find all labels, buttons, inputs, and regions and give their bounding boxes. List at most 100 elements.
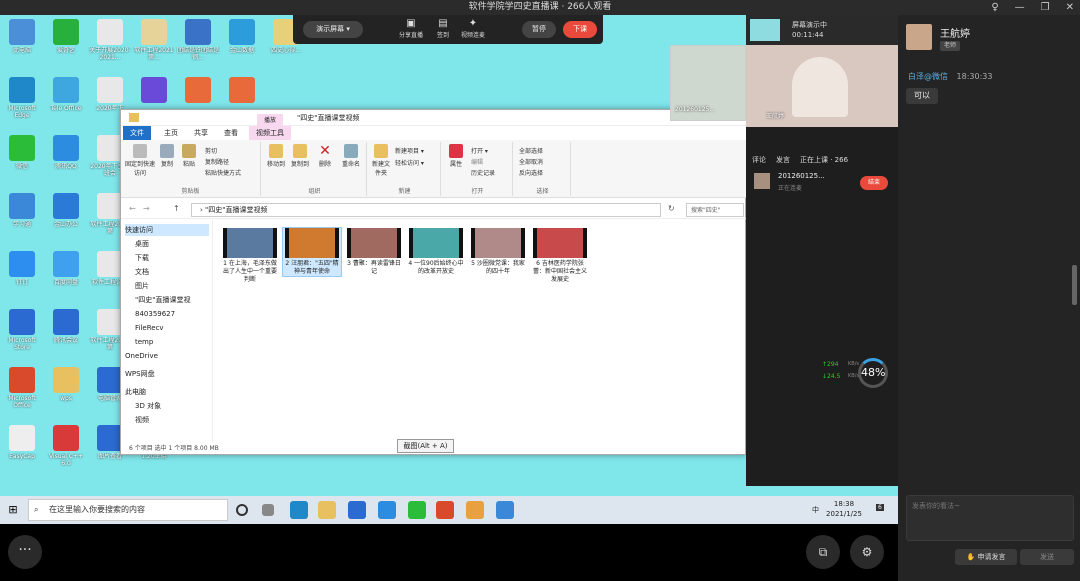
screenshot-tool-icon[interactable] [466, 501, 484, 519]
cortana-icon[interactable] [236, 504, 248, 516]
history-button[interactable]: 历史记录 [471, 168, 495, 177]
file-item[interactable]: 2 汪朋君："五四"精神与青年使命 [282, 227, 342, 277]
tab-share[interactable]: 共享 [187, 126, 215, 140]
desktop-icon[interactable]: EasyCap [0, 423, 44, 475]
file-item[interactable]: 6 吉林医药学院张蕾：新中国社会主义发展史 [531, 228, 589, 284]
mail-icon[interactable] [348, 501, 366, 519]
nav-item[interactable]: WPS网盘 [125, 368, 155, 380]
desktop-icon[interactable]: 软件工程2021第... [132, 17, 176, 69]
file-item[interactable]: 5 沙圈微党课：我家的四十年 [469, 228, 527, 276]
nav-item[interactable]: 3D 对象 [135, 400, 161, 412]
end-class-button[interactable]: 下课 [563, 21, 597, 38]
taskbar-search-input[interactable]: ⌕ 在这里输入你要搜索的内容 [28, 499, 228, 521]
minimize-button[interactable]: — [1015, 0, 1025, 15]
tab-comments[interactable]: 评论 [752, 155, 766, 167]
cut-button[interactable]: 剪切 [205, 146, 217, 155]
nav-item[interactable]: 840359627 [135, 308, 175, 320]
refresh-icon[interactable]: ↻ [668, 204, 675, 213]
nav-item[interactable]: "四史"直播课堂视 [135, 294, 190, 306]
restore-button[interactable]: ❐ [1041, 0, 1050, 15]
rename-button[interactable]: 重命名 [339, 144, 363, 168]
copy-path-button[interactable]: 复制路径 [205, 157, 229, 166]
tab-file[interactable]: 文件 [123, 126, 151, 140]
nav-item[interactable]: 快速访问 [125, 224, 209, 236]
tab-view[interactable]: 查看 [217, 126, 245, 140]
paste-shortcut-button[interactable]: 粘贴快捷方式 [205, 168, 241, 177]
properties-button[interactable]: 属性 [445, 144, 467, 168]
chat-input[interactable]: 发表你的看法~ [906, 495, 1074, 541]
nav-item[interactable]: 桌面 [135, 238, 149, 250]
desktop-icon[interactable]: Tele Office [44, 75, 88, 127]
forward-arrow-icon[interactable]: → [143, 204, 150, 213]
presentation-mode-button[interactable]: 演示屏幕 ▾ [303, 21, 363, 38]
invert-selection-button[interactable]: 反向选择 [519, 168, 543, 177]
start-button[interactable]: ⊞ [0, 496, 26, 524]
nav-item[interactable]: OneDrive [125, 350, 158, 362]
desktop-icon[interactable]: 团结是铁团结是钢... [176, 17, 220, 69]
desktop-icon[interactable]: 腾讯QQ [44, 133, 88, 185]
desktop-icon[interactable]: 微信 [0, 133, 44, 185]
desktop-icon[interactable]: 关于开展2020-2021... [88, 17, 132, 69]
desktop-icon[interactable]: Visual C++ 6.0 [44, 423, 88, 475]
new-folder-button[interactable]: 新建文件夹 [371, 144, 391, 177]
nav-item[interactable]: 图片 [135, 280, 149, 292]
open-button[interactable]: 打开 ▾ [471, 146, 488, 155]
nav-item[interactable]: 此电脑 [125, 386, 146, 398]
video-link-button[interactable]: ✦ 视频连麦 [455, 18, 491, 39]
tab-speak[interactable]: 发言 [776, 155, 790, 167]
notification-count[interactable]: 6 [876, 504, 884, 511]
share-live-button[interactable]: ▣ 分享直播 [393, 18, 429, 39]
desktop-icon[interactable]: 百度网盘 [44, 249, 88, 301]
desktop-icon[interactable]: 金山办公 [44, 191, 88, 243]
clock[interactable]: 18:38 2021/1/25 [824, 499, 864, 519]
paste-button[interactable]: 粘贴 [179, 144, 199, 168]
desktop-icon[interactable]: 钉钉 [0, 249, 44, 301]
file-item[interactable]: 4 一位90后始终心中的改革开放史 [407, 228, 465, 276]
copy-button[interactable]: 复制 [157, 144, 177, 168]
chat-scrollbar[interactable] [1072, 265, 1077, 305]
close-button[interactable]: ✕ [1066, 0, 1074, 15]
desktop-icon[interactable]: wps [44, 365, 88, 417]
explorer-icon[interactable] [318, 501, 336, 519]
search-input[interactable]: 搜索"四史" [686, 203, 744, 217]
file-item[interactable]: 1 在上海，毛泽东做出了人生中一个重要判断 [221, 228, 279, 284]
ime-indicator[interactable]: 中 [812, 505, 819, 515]
office-icon[interactable] [436, 501, 454, 519]
more-button[interactable]: ··· [8, 535, 42, 569]
send-button[interactable]: 发送 [1020, 549, 1074, 565]
nav-item[interactable]: temp [135, 336, 153, 348]
easy-access-button[interactable]: 轻松访问 ▾ [395, 158, 424, 167]
nav-item[interactable]: FileRecv [135, 322, 164, 334]
file-item[interactable]: 3 曹聚：再读雷锋日记 [345, 228, 403, 276]
up-arrow-icon[interactable]: ↑ [173, 204, 180, 213]
wechat-icon[interactable] [408, 501, 426, 519]
word-icon[interactable] [496, 501, 514, 519]
pause-button[interactable]: 暂停 [522, 21, 556, 38]
edit-button[interactable]: 编辑 [471, 157, 483, 166]
pin-icon[interactable]: ♀ [991, 0, 998, 15]
nav-item[interactable]: 下载 [135, 252, 149, 264]
copy-to-button[interactable]: 复制到 [289, 144, 311, 168]
desktop-icon[interactable]: Microsoft Office [0, 365, 44, 417]
tab-play[interactable]: 播放 [257, 114, 284, 128]
move-to-button[interactable]: 移动到 [265, 144, 287, 168]
desktop-icon[interactable]: Microsoft Store [0, 307, 44, 359]
desktop-icon[interactable]: 爱奇艺 [44, 17, 88, 69]
desktop-icon[interactable]: 学习通 [0, 191, 44, 243]
tab-attendees[interactable]: 正在上课 · 266 [800, 155, 848, 167]
tab-home[interactable]: 主页 [157, 126, 185, 140]
desktop-icon[interactable]: 此电脑 [0, 17, 44, 69]
nav-item[interactable]: 文档 [135, 266, 149, 278]
delete-button[interactable]: ✕ 删除 [315, 144, 335, 168]
desktop-icon[interactable]: 金山数据 [220, 17, 264, 69]
pin-quick-access-button[interactable]: 固定到快速访问 [125, 144, 155, 177]
address-input[interactable]: › "四史"直播课堂视频 [191, 203, 661, 217]
apply-speak-button[interactable]: ✋ 申请发言 [955, 549, 1017, 565]
back-arrow-icon[interactable]: ← [129, 204, 136, 213]
tab-video-tools[interactable]: 视频工具 [249, 126, 291, 140]
select-all-button[interactable]: 全部选择 [519, 146, 543, 155]
edge-icon[interactable] [290, 501, 308, 519]
settings-button[interactable]: ⚙ [850, 535, 884, 569]
select-none-button[interactable]: 全部取消 [519, 157, 543, 166]
screen-share-button[interactable]: ⧉ [806, 535, 840, 569]
